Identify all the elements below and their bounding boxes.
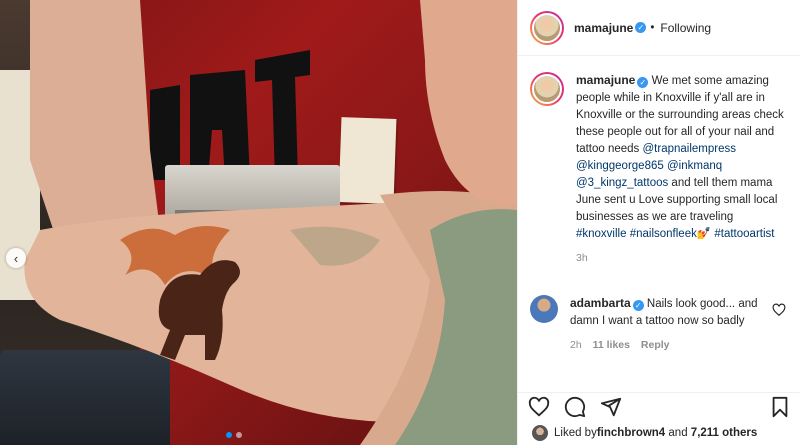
caption-timestamp[interactable]: 3h: [576, 252, 588, 264]
mention-link[interactable]: @inkmanq: [667, 160, 722, 172]
commenter-username[interactable]: adambarta: [570, 296, 631, 310]
post-actions: [518, 392, 800, 420]
comment-icon[interactable]: [564, 396, 586, 418]
nail-polish-emoji: 💅: [696, 228, 712, 240]
hashtag-link[interactable]: #tattooartist: [714, 228, 774, 240]
caption-avatar-ring[interactable]: [530, 72, 564, 106]
mention-link[interactable]: @kinggeorge865: [576, 160, 664, 172]
avatar: [532, 12, 562, 43]
comment-body: adambarta ✓ Nails look good... and damn I…: [570, 295, 760, 354]
likes-summary: Liked by finchbrown4 and 7,211 others: [518, 420, 800, 445]
comment: adambarta ✓ Nails look good... and damn I…: [530, 295, 786, 354]
carousel-prev-button[interactable]: ‹: [6, 248, 26, 268]
commenter-avatar[interactable]: [530, 295, 558, 323]
comments-area: mamajune ✓ We met some amazing people whi…: [518, 56, 800, 378]
carousel-dot: [236, 432, 242, 438]
post-photo[interactable]: ‹: [0, 0, 517, 445]
bookmark-icon[interactable]: [769, 396, 791, 418]
mention-link[interactable]: @3_kingz_tattoos: [576, 177, 668, 189]
comment-meta: 2h 11 likes Reply: [570, 337, 760, 354]
verified-badge-icon: ✓: [637, 77, 649, 88]
comment-like-count[interactable]: 11 likes: [593, 339, 630, 351]
mention-link[interactable]: @trapnailempress: [643, 143, 737, 155]
comment-reply-button[interactable]: Reply: [641, 339, 670, 351]
verified-badge-icon: ✓: [635, 22, 647, 33]
caption-author[interactable]: mamajune: [576, 73, 635, 87]
likes-prefix: Liked by: [554, 426, 597, 439]
caption-body: mamajune ✓ We met some amazing people whi…: [576, 72, 786, 267]
following-button[interactable]: Following: [660, 21, 711, 35]
hashtag-link[interactable]: #knoxville: [576, 228, 627, 240]
heart-icon[interactable]: [772, 303, 786, 317]
liker-avatar[interactable]: [532, 424, 548, 441]
post-header: mamajune ✓ • Following: [518, 0, 800, 56]
carousel-dots: [226, 432, 242, 438]
chevron-left-icon: ‹: [13, 250, 19, 266]
heart-icon[interactable]: [528, 396, 550, 418]
author-avatar-ring[interactable]: [530, 10, 564, 45]
likes-count-button[interactable]: 7,211 others: [691, 427, 757, 439]
hashtag-link[interactable]: #nailsonfleek: [630, 228, 697, 240]
caption: mamajune ✓ We met some amazing people whi…: [530, 72, 786, 267]
liker-username[interactable]: finchbrown4: [597, 427, 665, 439]
tattooed-arm: [24, 0, 517, 445]
post-side-panel: mamajune ✓ • Following mamajune ✓ We met …: [517, 0, 800, 445]
likes-middle: and: [665, 426, 691, 439]
avatar: [532, 74, 562, 104]
verified-badge-icon: ✓: [632, 300, 644, 311]
share-icon[interactable]: [600, 396, 622, 418]
comment-timestamp[interactable]: 2h: [570, 339, 582, 351]
author-username[interactable]: mamajune: [574, 21, 633, 35]
carousel-dot: [226, 432, 232, 438]
header-separator: •: [650, 21, 655, 34]
caption-meta: 3h: [576, 250, 786, 267]
